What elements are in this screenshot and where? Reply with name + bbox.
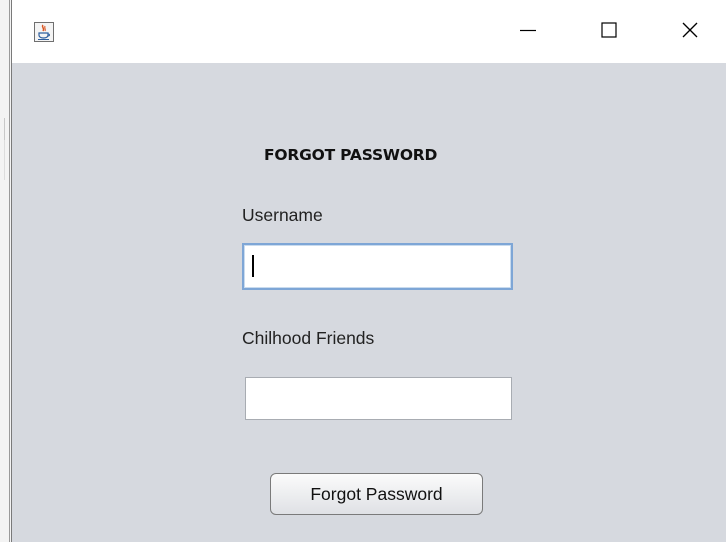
page-title: FORGOT PASSWORD [264, 146, 438, 164]
background-window-edge [0, 0, 11, 542]
maximize-button[interactable] [586, 14, 632, 50]
forgot-password-window: FORGOT PASSWORD Username Chilhood Friend… [11, 0, 726, 542]
childhood-friends-label: Chilhood Friends [242, 328, 375, 348]
close-button[interactable] [667, 14, 713, 50]
username-input[interactable] [242, 243, 513, 290]
edge-tick [4, 118, 5, 140]
maximize-icon [599, 20, 619, 45]
text-caret [252, 255, 254, 277]
forgot-password-button[interactable]: Forgot Password [270, 473, 483, 515]
java-cup-icon[interactable] [34, 22, 54, 42]
childhood-friends-input[interactable] [245, 377, 512, 420]
title-bar[interactable] [12, 0, 726, 63]
minimize-icon [518, 20, 538, 45]
window-edge-line [9, 0, 10, 542]
username-label: Username [242, 205, 323, 225]
edge-tick [4, 140, 5, 180]
close-icon [680, 20, 700, 45]
minimize-button[interactable] [505, 14, 551, 50]
